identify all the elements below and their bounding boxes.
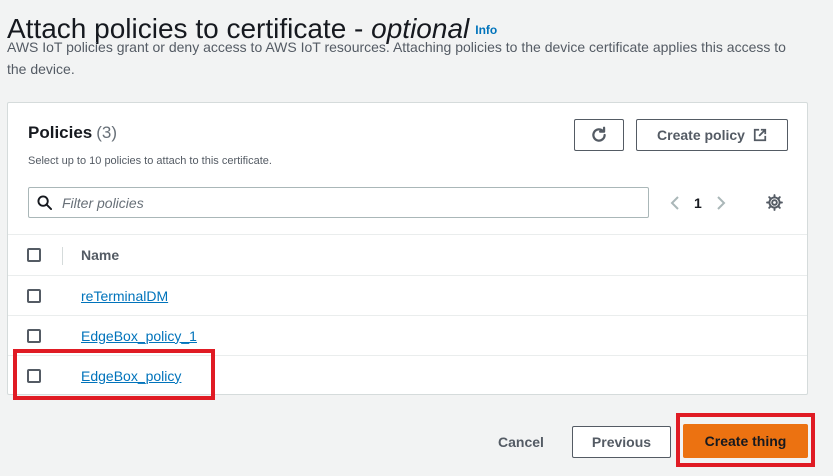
column-divider bbox=[62, 247, 63, 265]
refresh-button[interactable] bbox=[574, 119, 624, 151]
column-header-name: Name bbox=[81, 247, 120, 263]
policies-table: Name reTerminalDM EdgeBox_policy_1 EdgeB… bbox=[8, 234, 807, 395]
policies-panel: Policies (3) Select up to 10 policies to … bbox=[7, 102, 808, 395]
search-icon bbox=[37, 195, 52, 210]
page-description: AWS IoT policies grant or deny access to… bbox=[7, 39, 786, 77]
policy-count: (3) bbox=[96, 123, 118, 142]
policy-link[interactable]: reTerminalDM bbox=[81, 288, 168, 304]
table-header-row: Name bbox=[8, 234, 807, 275]
row-checkbox[interactable] bbox=[27, 368, 41, 383]
chevron-right-icon[interactable] bbox=[716, 195, 726, 211]
panel-title-text: Policies bbox=[28, 123, 93, 142]
panel-subtitle: Select up to 10 policies to attach to th… bbox=[28, 155, 272, 167]
table-row[interactable]: EdgeBox_policy bbox=[8, 355, 807, 395]
create-policy-label: Create policy bbox=[657, 127, 745, 143]
row-checkbox[interactable] bbox=[27, 288, 41, 303]
table-row[interactable]: reTerminalDM bbox=[8, 275, 807, 315]
page-number[interactable]: 1 bbox=[694, 195, 702, 211]
filter-policies-input[interactable] bbox=[60, 193, 630, 212]
cancel-button[interactable]: Cancel bbox=[492, 428, 550, 456]
pagination: 1 bbox=[670, 191, 726, 215]
gear-icon bbox=[765, 193, 783, 211]
previous-button[interactable]: Previous bbox=[572, 426, 671, 458]
panel-title: Policies (3) bbox=[28, 123, 117, 143]
create-thing-button[interactable]: Create thing bbox=[683, 424, 808, 458]
table-row[interactable]: EdgeBox_policy_1 bbox=[8, 315, 807, 355]
select-all-checkbox[interactable] bbox=[27, 248, 41, 262]
external-link-icon bbox=[753, 128, 767, 142]
create-policy-button[interactable]: Create policy bbox=[636, 119, 788, 151]
policy-link[interactable]: EdgeBox_policy bbox=[81, 368, 181, 384]
filter-policies-box[interactable] bbox=[28, 187, 649, 218]
chevron-left-icon[interactable] bbox=[670, 195, 680, 211]
policy-link[interactable]: EdgeBox_policy_1 bbox=[81, 328, 197, 344]
row-checkbox[interactable] bbox=[27, 328, 41, 343]
preferences-button[interactable] bbox=[764, 192, 784, 212]
refresh-icon bbox=[592, 126, 606, 142]
